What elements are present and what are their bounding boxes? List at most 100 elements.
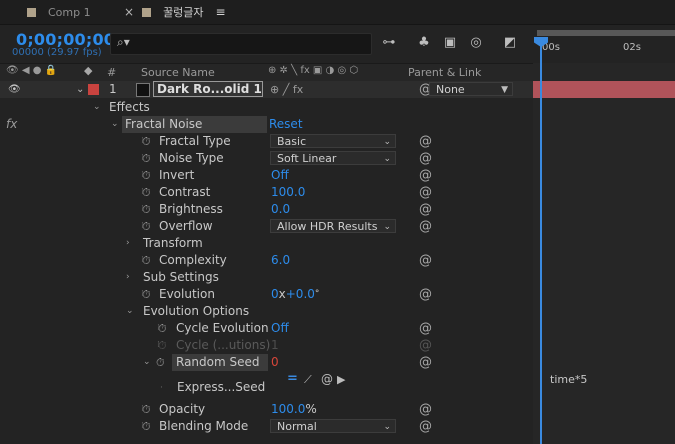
stopwatch-icon[interactable]: ⏱ <box>156 354 165 371</box>
prop-invert-row[interactable]: ⁞ ⏱ Invert Off @ <box>0 167 533 184</box>
layer-color-label[interactable] <box>88 84 99 95</box>
layer-row[interactable]: 👁 ⌄ 1 Dark Ro...olid 1 ⊕ ╱ fx @ None ▼ <box>0 81 533 98</box>
expression-row[interactable]: · Express...Seed = ⟋ @ ▶ <box>0 371 533 399</box>
close-icon[interactable]: × <box>124 5 134 19</box>
pickwhip-icon[interactable]: @ <box>419 184 432 201</box>
search-input[interactable]: ⌕▾ <box>110 33 372 55</box>
expression-language-menu-icon[interactable]: ▶ <box>337 371 345 388</box>
stopwatch-icon[interactable]: ⏱ <box>158 320 167 337</box>
brightness-value[interactable]: 0.0 <box>271 201 290 218</box>
prop-label: Blending Mode <box>159 419 249 433</box>
prop-label: Complexity <box>159 253 227 267</box>
pickwhip-icon[interactable]: @ <box>419 401 432 418</box>
effects-group-row[interactable]: ⌄ Effects <box>0 99 533 116</box>
tab-comp-1[interactable]: Comp 1 <box>27 0 91 24</box>
pickwhip-icon[interactable]: @ <box>321 371 333 388</box>
contrast-value[interactable]: 100.0 <box>271 184 305 201</box>
expression-enable-icon[interactable]: = <box>287 370 298 387</box>
pickwhip-icon: @ <box>419 338 432 353</box>
stopwatch-icon[interactable]: ⏱ <box>142 133 151 150</box>
prop-brightness-row[interactable]: ⁞ ⏱ Brightness 0.0 @ <box>0 201 533 218</box>
blending-mode-dropdown[interactable]: Normal ⌄ <box>270 419 396 433</box>
pickwhip-icon[interactable]: @ <box>419 418 432 435</box>
prop-blending-mode-row[interactable]: ⁞ ⏱ Blending Mode Normal ⌄ @ <box>0 418 533 435</box>
comp-mini-flowchart-icon[interactable]: ⊶ <box>379 35 399 51</box>
stopwatch-icon[interactable]: ⏱ <box>142 218 151 235</box>
stopwatch-icon[interactable]: ⏱ <box>142 401 151 418</box>
pickwhip-icon[interactable]: @ <box>419 252 432 269</box>
visibility-icon[interactable]: 👁 <box>8 81 21 98</box>
layer-duration-bar[interactable] <box>533 81 675 98</box>
stopwatch-icon[interactable]: ⏱ <box>142 150 151 167</box>
prop-evolution-row[interactable]: ⁞ ⏱ Evolution 0x+0.0° @ <box>0 286 533 303</box>
prop-transform-row[interactable]: › Transform <box>0 235 533 252</box>
layer-name[interactable]: Dark Ro...olid 1 <box>153 81 263 97</box>
prop-contrast-row[interactable]: ⁞ ⏱ Contrast 100.0 @ <box>0 184 533 201</box>
opacity-value[interactable]: 100.0% <box>271 401 317 418</box>
stopwatch-icon[interactable]: ⏱ <box>142 286 151 303</box>
parent-dropdown[interactable]: None ▼ <box>429 82 513 96</box>
graph-icon[interactable]: ⟋ <box>304 371 312 388</box>
fractal-type-dropdown[interactable]: Basic ⌄ <box>270 134 396 148</box>
menu-icon[interactable]: ≡ <box>216 5 226 19</box>
reset-link[interactable]: Reset <box>269 116 303 133</box>
chevron-right-icon[interactable]: › <box>126 269 130 286</box>
time-ruler[interactable]: 00s 02s <box>533 25 675 63</box>
overflow-dropdown[interactable]: Allow HDR Results ⌄ <box>270 219 396 233</box>
prop-label[interactable]: Random Seed <box>172 354 268 371</box>
chevron-down-icon[interactable]: ⌄ <box>111 116 119 133</box>
prop-label: Invert <box>159 168 195 182</box>
random-seed-value[interactable]: 0 <box>271 354 279 371</box>
prop-opacity-row[interactable]: ⁞ ⏱ Opacity 100.0% @ <box>0 401 533 418</box>
column-parent-link[interactable]: Parent & Link <box>408 66 481 79</box>
chevron-down-icon[interactable]: ⌄ <box>143 354 151 371</box>
pickwhip-icon[interactable]: @ <box>419 150 432 167</box>
prop-sub-settings-row[interactable]: › Sub Settings <box>0 269 533 286</box>
complexity-value[interactable]: 6.0 <box>271 252 290 269</box>
frame-blending-icon[interactable]: ▣ <box>440 35 460 51</box>
shy-layers-icon[interactable]: ♣ <box>414 35 434 51</box>
graph-editor-icon[interactable]: ◩ <box>500 35 520 51</box>
prop-label: Brightness <box>159 202 223 216</box>
prop-fractal-type-row[interactable]: ⁞ ⏱ Fractal Type Basic ⌄ @ <box>0 133 533 150</box>
prop-label: Evolution <box>159 287 215 301</box>
cycle-evolution-value[interactable]: Off <box>271 320 289 337</box>
pickwhip-icon[interactable]: @ <box>419 354 432 371</box>
prop-random-seed-row[interactable]: ⌄ ⏱ Random Seed 0 @ <box>0 354 533 371</box>
stopwatch-icon[interactable]: ⏱ <box>142 201 151 218</box>
prop-noise-type-row[interactable]: ⁞ ⏱ Noise Type Soft Linear ⌄ @ <box>0 150 533 167</box>
column-source-name[interactable]: Source Name <box>141 66 215 79</box>
pickwhip-icon[interactable]: @ <box>419 133 432 150</box>
tab-active-comp[interactable]: × 꿀렁글자 ≡ <box>124 0 226 24</box>
prop-cycle-evolution-row[interactable]: ⁞ ⏱ Cycle Evolution Off @ <box>0 320 533 337</box>
stopwatch-icon[interactable]: ⏱ <box>142 184 151 201</box>
chevron-down-icon[interactable]: ⌄ <box>76 81 84 98</box>
fx-label: fx <box>6 117 18 131</box>
stopwatch-icon[interactable]: ⏱ <box>142 252 151 269</box>
dropdown-value: Soft Linear <box>277 152 337 165</box>
stopwatch-icon[interactable]: ⏱ <box>142 418 151 435</box>
pickwhip-icon[interactable]: @ <box>419 320 432 337</box>
prop-overflow-row[interactable]: ⁞ ⏱ Overflow Allow HDR Results ⌄ @ <box>0 218 533 235</box>
effect-name[interactable]: Fractal Noise <box>122 116 267 133</box>
pickwhip-icon[interactable]: @ <box>419 218 432 235</box>
prop-complexity-row[interactable]: ⁞ ⏱ Complexity 6.0 @ <box>0 252 533 269</box>
layer-column-header: 👁 ◀ ● 🔒 ◆ # Source Name ⊕ ✲ ╲ fx ▣ ◑ ◎ ⬡… <box>0 63 533 82</box>
effect-fractal-noise-row[interactable]: fx ⌄ Fractal Noise Reset <box>0 116 533 133</box>
work-area-bar[interactable] <box>537 30 675 36</box>
stopwatch-icon[interactable]: ⏱ <box>142 167 151 184</box>
evolution-value[interactable]: 0x+0.0° <box>271 286 319 303</box>
pickwhip-icon[interactable]: @ <box>419 201 432 218</box>
prop-evolution-options-row[interactable]: ⌄ Evolution Options <box>0 303 533 320</box>
invert-value[interactable]: Off <box>271 167 289 184</box>
noise-type-dropdown[interactable]: Soft Linear ⌄ <box>270 151 396 165</box>
pickwhip-icon[interactable]: @ <box>419 286 432 303</box>
expression-text[interactable]: time*5 <box>550 373 587 386</box>
chevron-down-icon[interactable]: ⌄ <box>93 99 101 116</box>
current-time-indicator[interactable] <box>540 37 542 444</box>
chevron-down-icon[interactable]: ⌄ <box>126 303 134 320</box>
switches-icons[interactable]: ⊕ ╱ fx <box>270 81 303 98</box>
motion-blur-icon[interactable]: ◎ <box>466 35 486 51</box>
chevron-right-icon[interactable]: › <box>126 235 130 252</box>
pickwhip-icon[interactable]: @ <box>419 167 432 184</box>
